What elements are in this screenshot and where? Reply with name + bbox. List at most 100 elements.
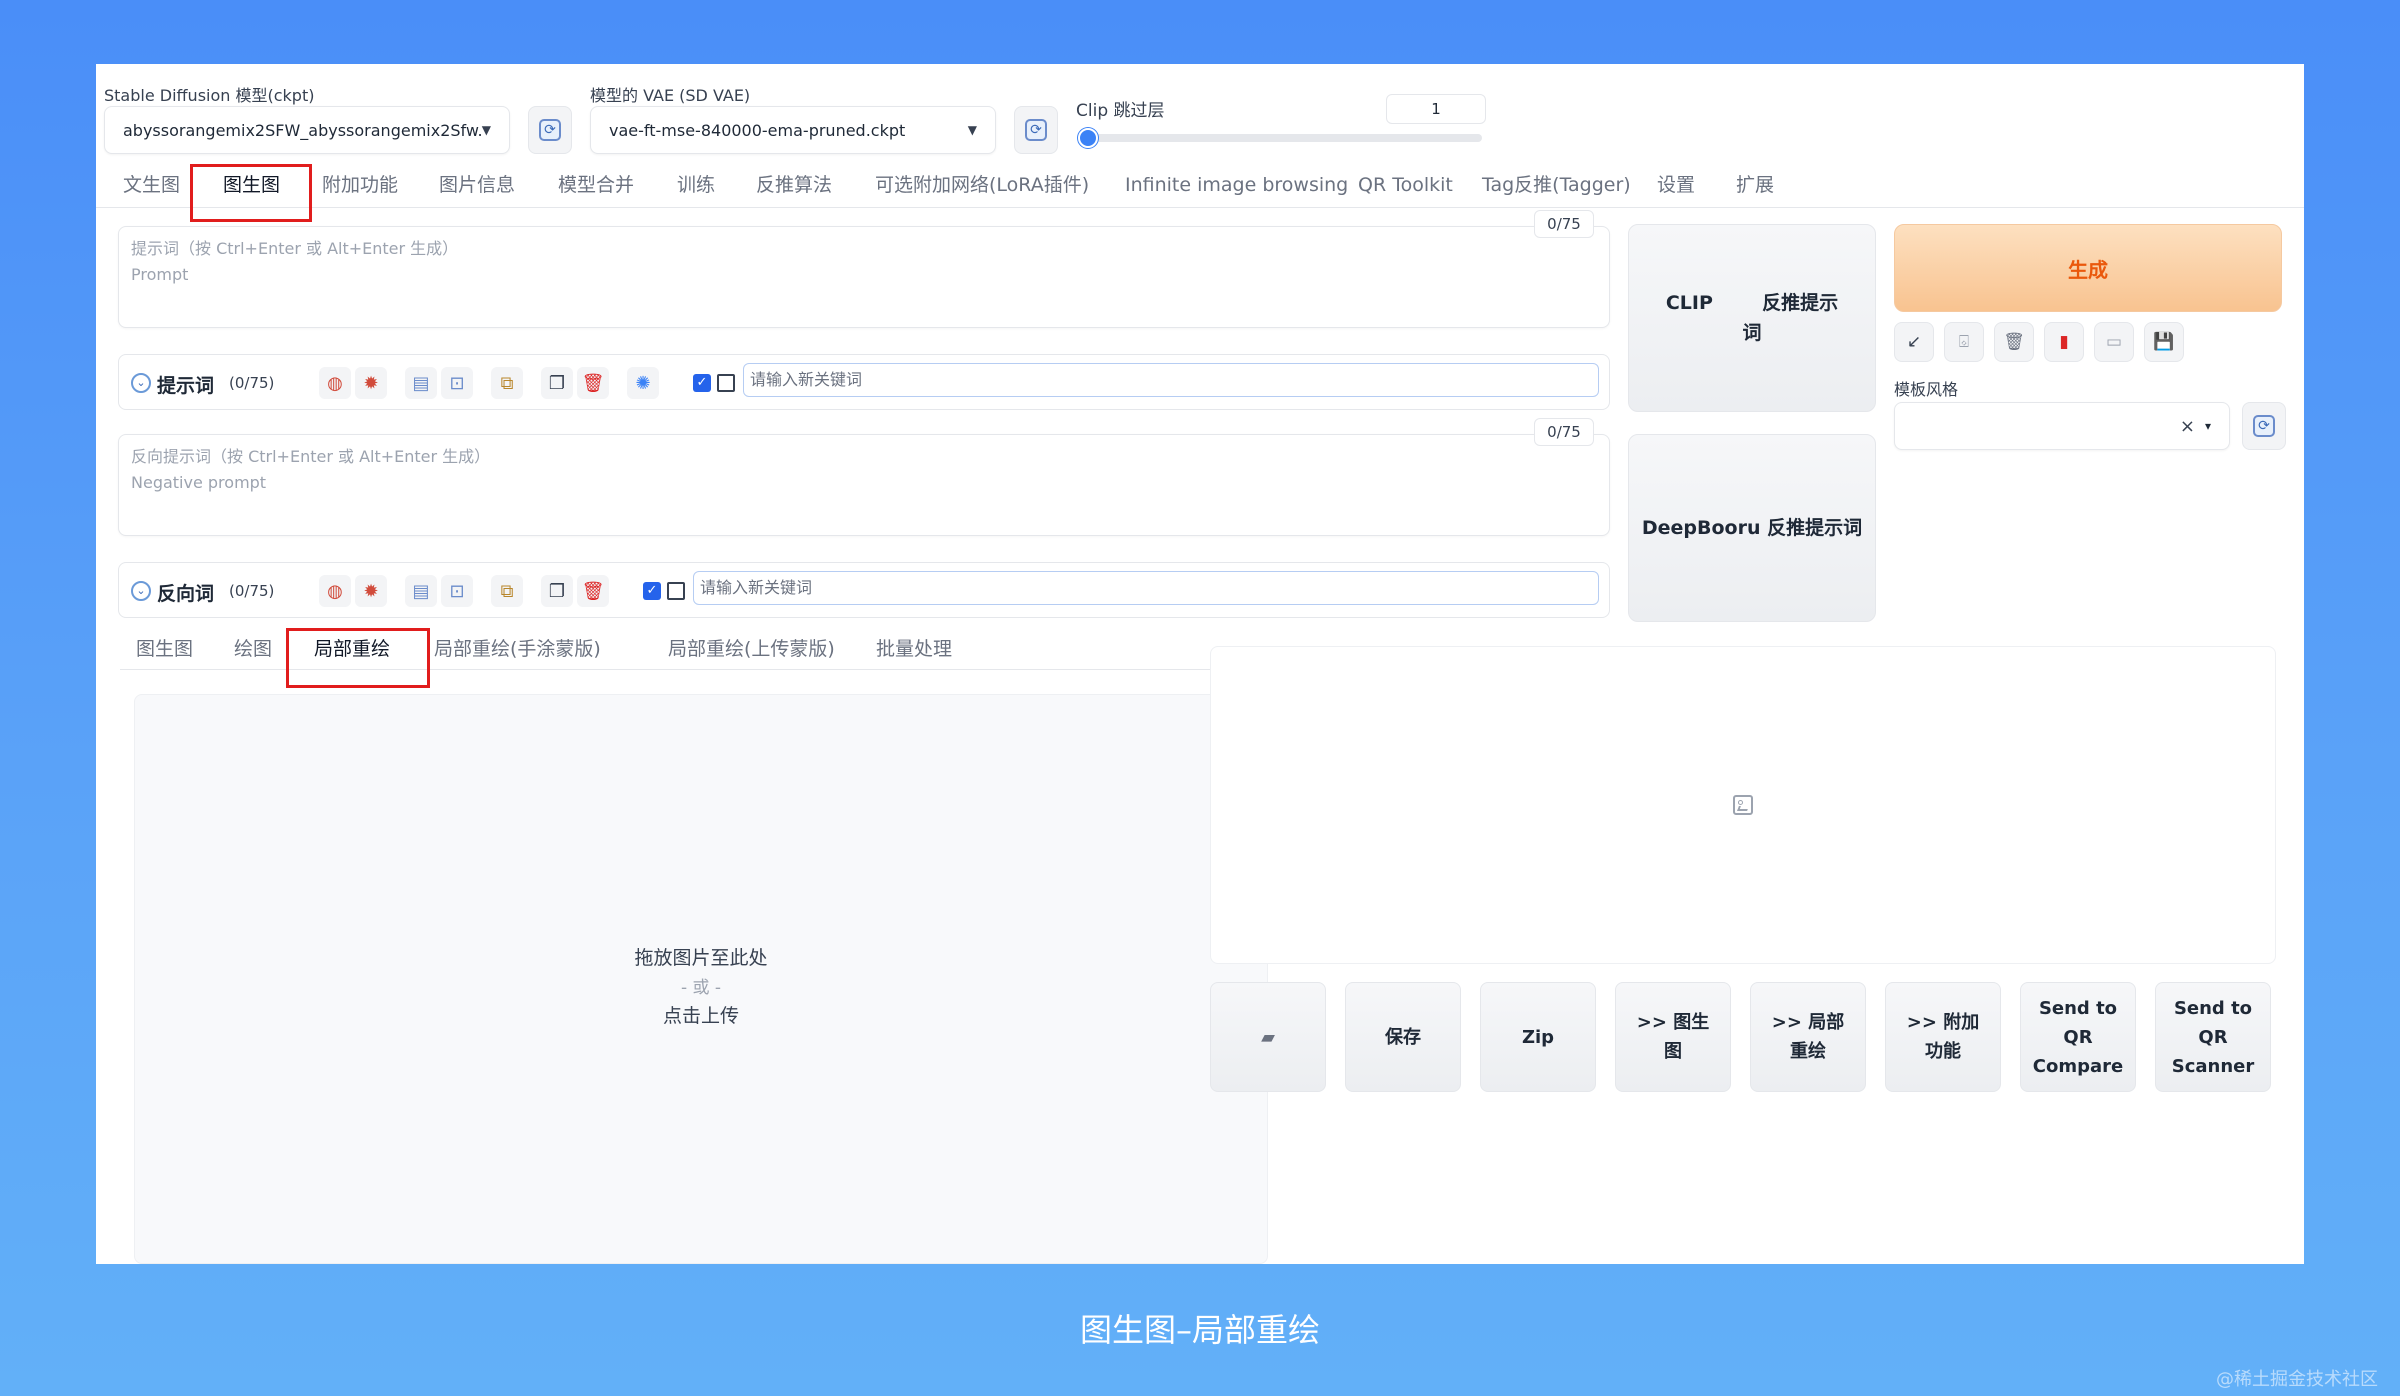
highlight-box-img2img-tab [190,164,312,222]
save-button[interactable]: 保存 [1345,982,1461,1092]
refresh-model-button[interactable]: ⟳ [528,106,572,154]
send-to-inpaint-label: >> 局部 [1771,1012,1845,1033]
tab-checkpoint-merger[interactable]: 模型合并 [558,164,634,208]
negative-prompt-placeholder-en: Negative prompt [131,473,267,492]
negative-keyword-input[interactable]: 请输入新关键词 [693,571,1599,605]
subtab-inpaint-upload[interactable]: 局部重绘(上传蒙版) [668,630,835,670]
clip-interrogate-button[interactable]: CLIP 反推提示 词 [1628,224,1876,412]
arrow-down-left-icon[interactable]: ↙ [1894,322,1934,362]
refresh-style-button[interactable]: ⟳ [2242,402,2286,450]
copy-icon[interactable]: ❐ [541,575,573,607]
generate-button[interactable]: 生成 [1894,224,2282,312]
negative-toolbar: ⌄ 反向词 (0/75) ◍ ✹ ▤ ⊡ ⧉ ❐ 🗑 ✓ 请输入新关键词 [118,562,1610,618]
tab-extensions[interactable]: 扩展 [1736,164,1774,208]
globe-icon[interactable]: ◍ [319,367,351,399]
clipboard-icon[interactable]: ▭ [2094,322,2134,362]
clip-interrogate-label: CLIP [1665,292,1713,314]
refresh-vae-button[interactable]: ⟳ [1014,106,1058,154]
negative-token-counter: 0/75 [1534,418,1594,446]
vae-dropdown[interactable]: vae-ft-mse-840000-ema-pruned.ckpt ▼ [590,106,996,154]
folder-icon: ▰ [1261,1026,1275,1048]
vae-label: 模型的 VAE (SD VAE) [590,86,751,105]
send-to-qr-scanner-button[interactable]: Send to QR Scanner [2155,982,2271,1092]
tab-qr-toolkit[interactable]: QR Toolkit [1358,164,1453,208]
prompt-toolbar-count: (0/75) [229,374,275,392]
save-style-icon[interactable]: 💾 [2144,322,2184,362]
subtab-inpaint-sketch[interactable]: 局部重绘(手涂蒙版) [434,630,601,670]
layout-toggle-icon[interactable] [667,582,685,600]
keyword-checkbox[interactable]: ✓ [693,374,711,392]
translate-icon[interactable]: ⧉ [491,367,523,399]
negative-prompt-placeholder: 反向提示词（按 Ctrl+Enter 或 Alt+Enter 生成） [131,447,491,466]
qr-scanner-label-1: Send to [2173,997,2253,1019]
clip-skip-label: Clip 跳过层 [1076,101,1165,121]
output-gallery [1210,646,2276,964]
qr-compare-label-1: Send to [2038,997,2118,1019]
send-to-extras-button[interactable]: >> 附加 功能 [1885,982,2001,1092]
clear-icon[interactable]: × [2180,416,2195,437]
deepbooru-label: DeepBooru 反推提示词 [1641,517,1863,539]
send-to-img2img-button[interactable]: >> 图生 图 [1615,982,1731,1092]
tab-tagger[interactable]: Tag反推(Tagger) [1482,164,1631,208]
keyword-checkbox[interactable]: ✓ [643,582,661,600]
send-to-inpaint-label-2: 重绘 [1790,1041,1826,1062]
tab-train[interactable]: 训练 [677,164,715,208]
tab-png-info[interactable]: 图片信息 [439,164,515,208]
open-folder-button[interactable]: ▰ [1210,982,1326,1092]
model-dropdown[interactable]: abyssorangemix2SFW_abyssorangemix2Sfw.sa… [104,106,510,154]
clip-skip-slider[interactable] [1082,134,1482,142]
negative-toolbar-count: (0/75) [229,582,275,600]
bookmark-icon[interactable]: ⊡ [441,575,473,607]
red-card-icon[interactable]: ▮ [2044,322,2084,362]
send-to-inpaint-button[interactable]: >> 局部 重绘 [1750,982,1866,1092]
style-dropdown[interactable]: × ▾ [1894,402,2230,450]
deepbooru-interrogate-button[interactable]: DeepBooru 反推提示词 [1628,434,1876,622]
model-value: abyssorangemix2SFW_abyssorangemix2Sfw.sa… [123,120,482,140]
translate-icon[interactable]: ⧉ [491,575,523,607]
subtab-img2img[interactable]: 图生图 [136,630,193,670]
bookmark-icon[interactable]: ⊡ [441,367,473,399]
trash-icon[interactable]: 🗑 [577,367,609,399]
vae-value: vae-ft-mse-840000-ema-pruned.ckpt [609,120,906,140]
clip-skip-slider-thumb[interactable] [1078,128,1098,148]
qr-scanner-label-2: QR [2198,1026,2228,1048]
tab-infinite-image-browsing[interactable]: Infinite image browsing [1125,164,1348,208]
chevron-down-icon[interactable]: ⌄ [131,373,151,393]
send-to-qr-compare-button[interactable]: Send to QR Compare [2020,982,2136,1092]
main-tabs: 文生图 图生图 附加功能 图片信息 模型合并 训练 反推算法 可选附加网络(Lo… [96,164,2304,208]
tab-settings[interactable]: 设置 [1657,164,1695,208]
subtab-batch[interactable]: 批量处理 [876,630,952,670]
document-icon[interactable]: ▤ [405,575,437,607]
openai-icon[interactable]: ✺ [627,367,659,399]
model-label: Stable Diffusion 模型(ckpt) [104,86,315,105]
negative-prompt-textarea[interactable]: 反向提示词（按 Ctrl+Enter 或 Alt+Enter 生成） Negat… [118,434,1610,536]
prompt-textarea[interactable]: 提示词（按 Ctrl+Enter 或 Alt+Enter 生成） Prompt [118,226,1610,328]
refresh-icon: ⟳ [539,119,561,141]
clip-skip-number[interactable]: 1 [1386,94,1486,124]
layout-toggle-icon[interactable] [717,374,735,392]
globe-icon[interactable]: ◍ [319,575,351,607]
paste-icon[interactable]: ⌺ [1944,322,1984,362]
tab-additional-networks[interactable]: 可选附加网络(LoRA插件) [875,164,1089,208]
trash-icon[interactable]: 🗑 [577,575,609,607]
trash-icon[interactable]: 🗑 [1994,322,2034,362]
copy-icon[interactable]: ❐ [541,367,573,399]
chevron-down-icon: ▼ [967,123,977,137]
clip-interrogate-label-3: 词 [1742,322,1762,344]
tab-extras[interactable]: 附加功能 [322,164,398,208]
gear-icon[interactable]: ✹ [355,367,387,399]
document-icon[interactable]: ▤ [405,367,437,399]
zip-button[interactable]: Zip [1480,982,1596,1092]
subtab-sketch[interactable]: 绘图 [234,630,272,670]
prompt-toolbar: ⌄ 提示词 (0/75) ◍ ✹ ▤ ⊡ ⧉ ❐ 🗑 ✺ ✓ 请输入新关键词 [118,354,1610,410]
upload-or-text: - 或 - [680,978,722,998]
image-upload-dropzone[interactable]: 拖放图片至此处 - 或 - 点击上传 [134,694,1268,1264]
refresh-icon: ⟳ [2253,415,2275,437]
chevron-down-icon[interactable]: ⌄ [131,581,151,601]
tab-interrogate[interactable]: 反推算法 [756,164,832,208]
send-to-extras-label-2: 功能 [1925,1041,1961,1062]
prompt-keyword-input[interactable]: 请输入新关键词 [743,363,1599,397]
tab-txt2img[interactable]: 文生图 [123,164,180,208]
image-placeholder-icon [1733,795,1753,815]
gear-icon[interactable]: ✹ [355,575,387,607]
